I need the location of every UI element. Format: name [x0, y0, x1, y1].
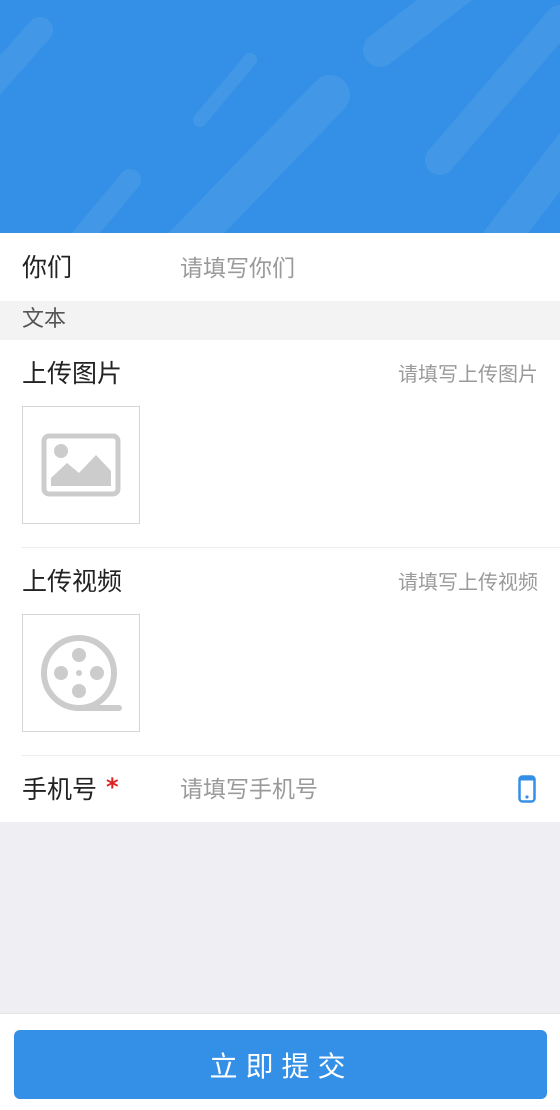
- field-you-label: 你们: [22, 253, 73, 282]
- field-upload-image: 上传图片 请填写上传图片: [0, 340, 560, 548]
- banner-decoration: [0, 0, 560, 233]
- text-section-label: 文本: [22, 307, 67, 332]
- upload-image-label: 上传图片: [22, 359, 123, 388]
- upload-video-button[interactable]: [22, 614, 140, 732]
- upload-image-hint: 请填写上传图片: [398, 362, 538, 386]
- mobile-phone-icon: [518, 775, 536, 803]
- film-reel-icon: [41, 635, 122, 711]
- bottom-bar: 立即提交: [0, 1013, 560, 1110]
- field-you-input[interactable]: 请填写你们: [180, 258, 295, 281]
- form-page: 你们 请填写你们 文本 上传图片 请填写上传图片 上传视频 请填写上传视频 手机…: [0, 0, 560, 1110]
- upload-video-label: 上传视频: [22, 567, 123, 596]
- header-banner: [0, 0, 560, 233]
- required-mark: *: [106, 773, 119, 801]
- submit-button[interactable]: 立即提交: [14, 1030, 547, 1099]
- upload-image-button[interactable]: [22, 406, 140, 524]
- upload-video-hint: 请填写上传视频: [398, 570, 538, 594]
- field-upload-video: 上传视频 请填写上传视频: [0, 548, 560, 756]
- phone-input[interactable]: 请填写手机号: [180, 779, 318, 802]
- field-phone: 手机号 * 请填写手机号: [0, 756, 560, 822]
- field-you: 你们 请填写你们: [0, 233, 560, 301]
- image-icon: [41, 433, 121, 497]
- text-section-header: 文本: [0, 301, 560, 340]
- phone-label: 手机号: [22, 775, 98, 804]
